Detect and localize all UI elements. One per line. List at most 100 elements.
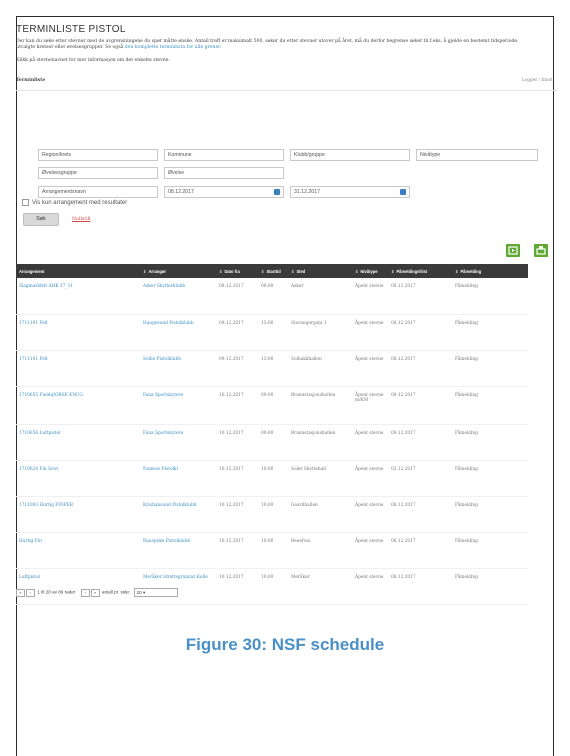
date-to-value: 31.12.2017 xyxy=(294,189,320,195)
per-page-select[interactable]: 20 ▾ xyxy=(133,588,178,597)
col-nivatype[interactable]: ⇕ Nivåtype xyxy=(352,264,388,278)
date-cell: 10.12.2017 xyxy=(216,532,258,569)
col-dato[interactable]: ⇕ Dato fra xyxy=(216,264,258,278)
level-cell: Åpent stevne xyxy=(352,350,388,387)
prev-page-button[interactable]: ‹ xyxy=(26,588,35,597)
deadline-cell: 08.12.2017 xyxy=(388,314,452,351)
deadline-cell: 08.12.2017 xyxy=(388,350,452,387)
level-cell: Åpent stevne xyxy=(352,314,388,351)
organizer-link[interactable]: Fana Sportskytere xyxy=(140,386,216,425)
all-sports-link[interactable]: den komplette terminlista for alle grene… xyxy=(125,45,222,50)
organizer-link[interactable]: Namsos Pistolkl xyxy=(140,460,216,497)
date-cell: 10.12.2017 xyxy=(216,424,258,461)
checkbox-box[interactable] xyxy=(22,199,29,206)
level-cell: Åpent stevne xyxy=(352,568,388,605)
registration-cell: Påmelding xyxy=(452,460,528,497)
place-cell: Gaardhallen xyxy=(288,496,352,533)
registration-cell: Påmelding xyxy=(452,532,528,569)
section-links[interactable]: Logger / Innst. xyxy=(522,78,554,83)
event-link[interactable]: Hurtig Fin xyxy=(16,532,140,569)
niva-field[interactable]: Nivåtype xyxy=(416,149,538,161)
deadline-cell: 09.12.2017 xyxy=(388,386,452,425)
ovelse-field[interactable]: Øvelse xyxy=(164,167,284,179)
pager: «‹ 1 til 20 av 86 rader ›» antall pr. si… xyxy=(16,588,178,597)
date-from-field[interactable]: 08.12.2017 xyxy=(164,186,284,198)
registration-cell: Påmelding xyxy=(452,350,528,387)
deadline-cell: 02.12.2017 xyxy=(388,460,452,497)
level-cell: Åpent stevne xyxy=(352,460,388,497)
time-cell: 13:00 xyxy=(258,350,288,387)
event-link[interactable]: 1711101 Felt xyxy=(16,314,140,351)
kommune-field[interactable]: Kommune xyxy=(164,149,284,161)
time-cell: 09:00 xyxy=(258,386,288,425)
date-cell: 08.12.2017 xyxy=(216,278,258,315)
table-row: 1711101 Felt Sollie Pistolklubb 09.12.20… xyxy=(16,350,528,387)
intro-text: Der kan du søke etter stevner med de avg… xyxy=(16,39,526,52)
deadline-cell: 08.12.2017 xyxy=(388,496,452,533)
organizer-link[interactable]: Haugesund Pistolklubb xyxy=(140,314,216,351)
event-link[interactable]: 1710655 FieldqIORSE KNCG xyxy=(16,386,140,425)
col-sted[interactable]: ⇕ Sted xyxy=(288,264,352,278)
event-link[interactable]: 1710656 Luftpistol xyxy=(16,424,140,461)
per-page-label: antall pr. side: xyxy=(101,589,131,595)
ovelsesgruppe-field[interactable]: Øvelsesgruppe xyxy=(38,167,158,179)
checkbox-label: Vis kun arrangement med resultater xyxy=(32,200,128,207)
registration-cell: Påmelding xyxy=(452,496,528,533)
date-cell: 09.12.2017 xyxy=(216,314,258,351)
klubb-field[interactable]: Klubb/gruppe xyxy=(290,149,410,161)
event-link[interactable]: 1711101 Felt xyxy=(16,350,140,387)
registration-cell: Påmelding xyxy=(452,278,528,315)
date-to-field[interactable]: 31.12.2017 xyxy=(290,186,410,198)
organizer-link[interactable]: Rauspoke Pistolklubb xyxy=(140,532,216,569)
event-link[interactable]: 1711083 Hurtig FINPER xyxy=(16,496,140,533)
figure-caption: Figure 30: NSF schedule xyxy=(185,635,385,654)
time-cell: 08:00 xyxy=(258,278,288,315)
next-page-button[interactable]: › xyxy=(80,588,90,597)
intro-body: Der kan du søke etter stevner med de avg… xyxy=(16,39,519,51)
organizer-link[interactable]: Fana Sportskytere xyxy=(140,424,216,461)
date-from-value: 08.12.2017 xyxy=(168,189,194,195)
results-only-checkbox[interactable]: Vis kun arrangement med resultater xyxy=(22,199,127,206)
print-icon[interactable] xyxy=(534,244,548,257)
section-divider xyxy=(16,90,558,91)
export-icon[interactable] xyxy=(506,244,520,257)
time-cell: 13:00 xyxy=(258,314,288,351)
region-field[interactable]: Region/krets xyxy=(38,149,158,161)
first-page-button[interactable]: « xyxy=(16,588,25,597)
place-cell: Storangergata 1 xyxy=(288,314,352,351)
place-cell: Brannstasjonshallen xyxy=(288,386,352,425)
arrangementsnavn-field[interactable]: Arrangementsnavn xyxy=(38,186,158,198)
col-pamelding[interactable]: ⇕ Påmelding xyxy=(452,264,528,278)
registration-cell: Påmelding xyxy=(452,424,528,461)
date-cell: 09.12.2017 xyxy=(216,350,258,387)
organizer-link[interactable]: Asker Skytterklubb xyxy=(140,278,216,315)
deadline-cell: 08.12.2017 xyxy=(388,278,452,315)
organizer-link[interactable]: Meråker Idrettsgrunnat Kulle xyxy=(140,568,216,605)
col-starttid[interactable]: ⇕ Starttid xyxy=(258,264,288,278)
date-cell: 10.12.2017 xyxy=(216,460,258,497)
deadline-cell: 09.12.2017 xyxy=(388,424,452,461)
calendar-icon[interactable] xyxy=(400,189,406,195)
reset-link[interactable]: Nullstill xyxy=(72,217,91,222)
event-link[interactable]: 1710624 Fin Grov xyxy=(16,460,140,497)
col-pameldingsfrist[interactable]: ⇕ Påmeldingsfrist xyxy=(388,264,452,278)
event-link[interactable]: Luftpistol xyxy=(16,568,140,605)
organizer-link[interactable]: Sollie Pistolklubb xyxy=(140,350,216,387)
time-cell: 09:00 xyxy=(258,424,288,461)
table-row: Hurtig Fin Rauspoke Pistolklubb 10.12.20… xyxy=(16,532,528,569)
time-cell: 10:00 xyxy=(258,532,288,569)
calendar-icon[interactable] xyxy=(274,189,280,195)
place-cell: Brannstasjonshallen xyxy=(288,424,352,461)
last-page-button[interactable]: » xyxy=(90,588,100,597)
level-cell: Åpent stevne xyxy=(352,278,388,315)
event-link[interactable]: Slagmarkfelt AHK 17_11 xyxy=(16,278,140,315)
col-arrangor[interactable]: ⇕ Arrangør xyxy=(140,264,216,278)
date-cell: 10.12.2017 xyxy=(216,496,258,533)
time-cell: 10:00 xyxy=(258,568,288,605)
table-row: Slagmarkfelt AHK 17_11 Asker Skytterklub… xyxy=(16,278,528,315)
col-arrangement[interactable]: Arrangement xyxy=(16,264,140,278)
search-button[interactable]: Søk xyxy=(23,213,59,226)
organizer-link[interactable]: Kristiansund Pistolklubb xyxy=(140,496,216,533)
time-cell: 10:00 xyxy=(258,460,288,497)
hint-text: Klikk på stevnenavnet for mer informasjo… xyxy=(16,58,170,63)
